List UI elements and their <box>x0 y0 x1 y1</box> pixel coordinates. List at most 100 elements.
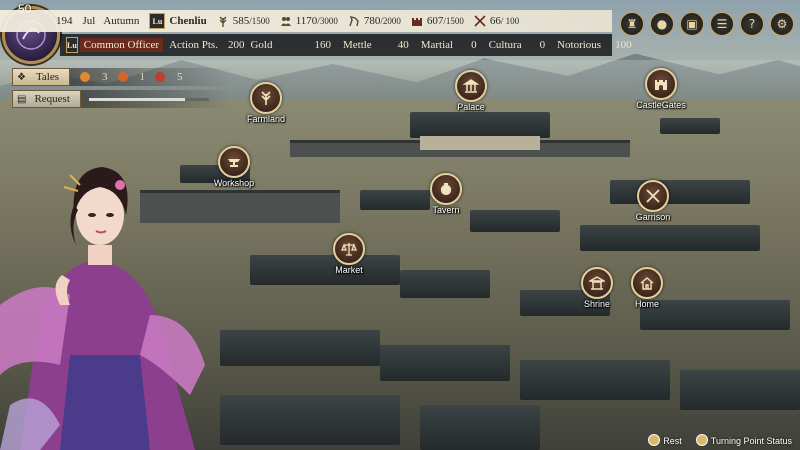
anvil-icon <box>228 159 240 167</box>
palace-roof <box>410 112 550 138</box>
building <box>660 118 720 134</box>
tales-icon: ❖ <box>17 71 26 83</box>
tales-button[interactable]: ❖ Tales <box>12 68 71 86</box>
rank-label: Common Officer <box>79 38 164 52</box>
grain-max: /1500 <box>249 16 270 26</box>
top-info-bar: 194 Jul Autumn Lu Chenliu 585/1500 1170/… <box>0 10 612 32</box>
cultura-label: Cultura <box>488 39 522 51</box>
tales-count-new[interactable]: 1 <box>117 71 145 83</box>
palace-icon <box>463 79 479 93</box>
help-icon[interactable]: ? <box>740 12 764 36</box>
home-label: Home <box>634 299 659 309</box>
tales-label: Tales <box>35 71 60 83</box>
grain-value: 585 <box>232 15 250 27</box>
settings-icon[interactable]: ⚙ <box>770 12 794 36</box>
mettle-value: 40 <box>397 39 409 51</box>
building <box>400 270 490 298</box>
martial-value: 0 <box>471 39 477 51</box>
palace-marker[interactable]: Palace <box>426 70 516 112</box>
building <box>380 345 510 381</box>
farmland-label: Farmland <box>246 114 285 124</box>
footer-controls: Rest Turning Point Status <box>648 434 792 446</box>
list-icon[interactable]: ☰ <box>710 12 734 36</box>
system-menu: ♜ ● ▣ ☰ ? ⚙ <box>620 12 794 36</box>
workshop-label: Workshop <box>213 178 255 188</box>
population-max: /3000 <box>317 16 338 26</box>
farmland-marker[interactable]: Farmland <box>221 82 311 124</box>
action-points-value: 200 <box>227 39 245 51</box>
tavern-marker[interactable]: Tavern <box>401 173 491 215</box>
farmland-icon <box>261 91 271 105</box>
season: Autumn <box>103 15 140 27</box>
rank-badge: Lu <box>66 37 78 53</box>
tales-count-available[interactable]: 5 <box>155 71 183 83</box>
population-icon <box>280 17 291 26</box>
garrison-label: Garrison <box>635 212 671 222</box>
fortress-value: 607 <box>426 15 444 27</box>
request-progress-fill <box>88 97 185 101</box>
population-value: 1170 <box>295 15 318 27</box>
building <box>420 405 540 450</box>
palace-label: Palace <box>457 102 485 112</box>
palace-hall <box>420 136 540 150</box>
horse-value: 780 <box>363 15 381 27</box>
cultura-value: 0 <box>539 39 546 51</box>
building <box>580 225 760 251</box>
workshop-marker[interactable]: Workshop <box>189 146 279 188</box>
request-icon: ▤ <box>17 93 27 105</box>
button-prompt-icon <box>648 434 661 446</box>
fortress-icon <box>411 18 422 26</box>
castle-gates-marker[interactable]: CastleGates <box>616 68 706 110</box>
officer-status-bar: Lu Common Officer Action Pts. 200 Gold 1… <box>60 34 632 56</box>
city-name[interactable]: Chenliu <box>169 15 206 27</box>
swords-max: / 100 <box>500 16 520 26</box>
crossed-spears-icon <box>646 189 660 203</box>
horse-max: /2000 <box>380 16 401 26</box>
garrison-marker[interactable]: Garrison <box>608 180 698 222</box>
wine-jar-icon <box>440 183 452 195</box>
gold-label: Gold <box>250 39 273 51</box>
request-label: Request <box>34 93 70 105</box>
home-icon <box>640 277 654 290</box>
camera-icon[interactable]: ▣ <box>680 12 704 36</box>
building <box>520 360 670 400</box>
horse-icon <box>349 16 359 27</box>
request-row: ▤ Request <box>12 90 232 108</box>
notorious-value: 100 <box>615 39 632 51</box>
swords-icon <box>474 15 486 27</box>
tales-count-ongoing[interactable]: 3 <box>80 71 108 83</box>
mettle-label: Mettle <box>342 39 372 51</box>
alert-icon <box>117 72 128 82</box>
building <box>680 370 800 410</box>
home-marker[interactable]: Home <box>602 267 692 309</box>
button-prompt-icon <box>695 434 708 446</box>
month: Jul <box>82 15 96 27</box>
character-portrait <box>0 167 205 450</box>
notorious-label: Notorious <box>557 39 602 51</box>
request-progress-bar <box>88 97 209 101</box>
turning-point-control[interactable]: Turning Point Status <box>695 434 792 446</box>
play-icon <box>80 72 91 82</box>
grain-icon <box>219 16 227 27</box>
gold-value: 160 <box>314 39 331 51</box>
tavern-label: Tavern <box>432 205 460 215</box>
castle-gates-icon <box>655 80 667 90</box>
market-label: Market <box>335 265 363 275</box>
building <box>220 395 400 445</box>
year: 194 <box>56 15 73 27</box>
fortress-max: /1500 <box>443 16 464 26</box>
market-marker[interactable]: Market <box>304 233 394 275</box>
martial-label: Martial <box>420 39 454 51</box>
scales-icon <box>341 243 357 256</box>
swords-value: 66 <box>489 15 501 27</box>
scroll-icon <box>155 72 166 82</box>
building <box>220 330 380 366</box>
rest-control[interactable]: Rest <box>648 434 682 446</box>
castle-gates-label: CastleGates <box>636 100 686 110</box>
action-points-label: Action Pts. <box>169 39 218 51</box>
tales-row: ❖ Tales 3 1 5 <box>12 68 232 86</box>
request-button[interactable]: ▤ Request <box>12 90 81 108</box>
faction-icon[interactable]: ♜ <box>620 12 644 36</box>
character-icon[interactable]: ● <box>650 12 674 36</box>
city-faction-badge: Lu <box>149 13 166 29</box>
